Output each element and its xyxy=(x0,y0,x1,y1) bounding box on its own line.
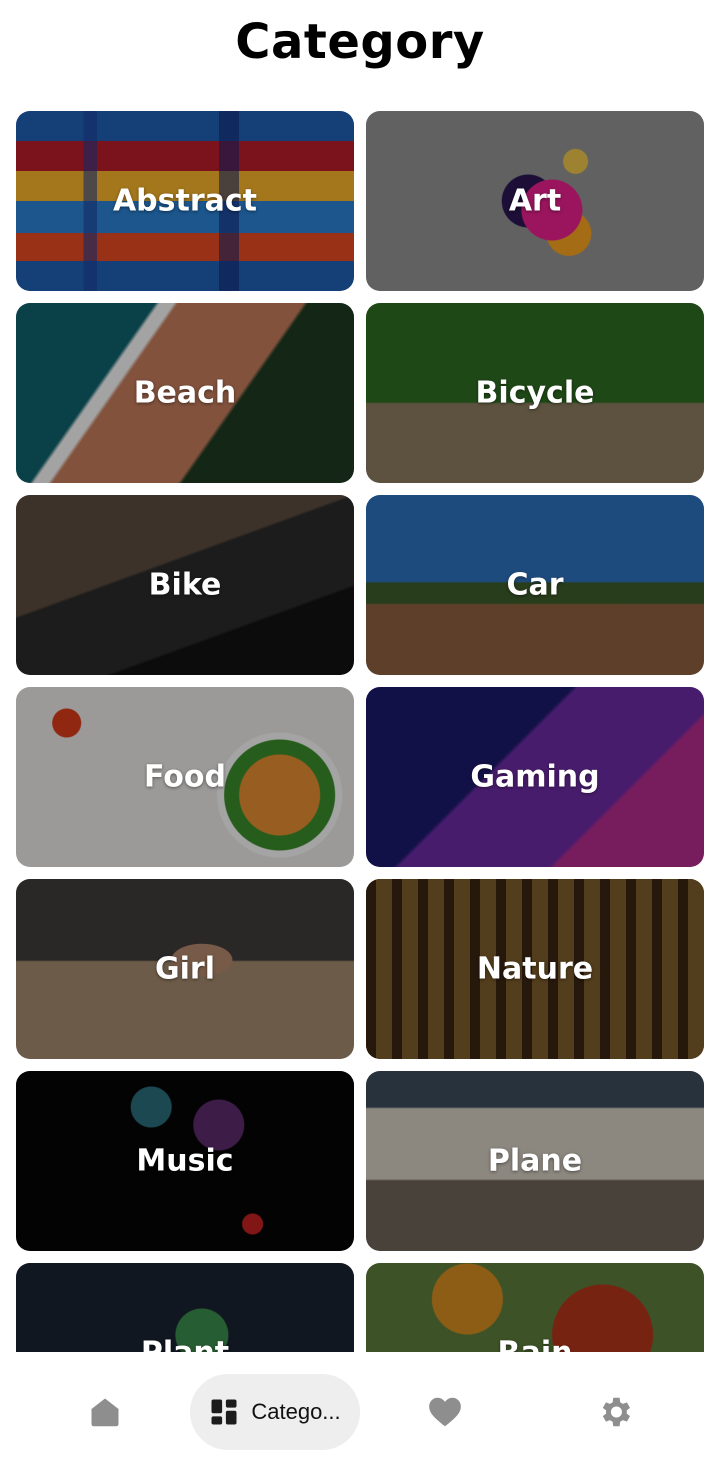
nav-home-button[interactable] xyxy=(70,1374,140,1450)
category-grid-icon xyxy=(209,1397,239,1427)
category-label: Girl xyxy=(155,951,215,987)
category-label: Nature xyxy=(476,951,594,987)
category-label: Music xyxy=(136,1143,234,1179)
category-card-bike[interactable]: Bike xyxy=(16,495,354,675)
category-label: Gaming xyxy=(470,759,600,795)
category-card-plane[interactable]: Plane xyxy=(366,1071,704,1251)
gear-icon xyxy=(596,1393,634,1431)
category-card-plant[interactable]: Plant xyxy=(16,1263,354,1352)
category-label: Art xyxy=(508,183,562,219)
bottom-navigation: Catego... xyxy=(0,1352,720,1468)
nav-settings-button[interactable] xyxy=(580,1374,650,1450)
nav-favorites-button[interactable] xyxy=(410,1374,480,1450)
category-label: Bike xyxy=(148,567,222,603)
category-grid: Abstract Art Beach Bicycle Bike Car Food… xyxy=(16,111,704,1352)
category-card-rain[interactable]: Rain xyxy=(366,1263,704,1352)
category-label: Rain xyxy=(366,1336,704,1353)
category-card-gaming[interactable]: Gaming xyxy=(366,687,704,867)
page-title: Category xyxy=(235,14,485,70)
category-card-car[interactable]: Car xyxy=(366,495,704,675)
category-label: Plane xyxy=(487,1143,583,1179)
category-label: Plant xyxy=(16,1336,354,1353)
category-card-music[interactable]: Music xyxy=(16,1071,354,1251)
category-card-food[interactable]: Food xyxy=(16,687,354,867)
category-card-girl[interactable]: Girl xyxy=(16,879,354,1059)
category-card-beach[interactable]: Beach xyxy=(16,303,354,483)
category-card-bicycle[interactable]: Bicycle xyxy=(366,303,704,483)
heart-icon xyxy=(426,1393,464,1431)
category-label: Abstract xyxy=(112,183,258,219)
category-label: Beach xyxy=(133,375,237,411)
nav-category-label: Catego... xyxy=(251,1399,341,1424)
home-icon xyxy=(87,1394,123,1430)
category-label: Food xyxy=(144,759,226,795)
category-label: Bicycle xyxy=(475,375,595,411)
category-card-nature[interactable]: Nature xyxy=(366,879,704,1059)
nav-category-button[interactable]: Catego... xyxy=(190,1374,360,1450)
category-label: Car xyxy=(506,567,564,603)
category-card-art[interactable]: Art xyxy=(366,111,704,291)
category-card-abstract[interactable]: Abstract xyxy=(16,111,354,291)
category-grid-viewport[interactable]: Abstract Art Beach Bicycle Bike Car Food… xyxy=(0,111,720,1352)
